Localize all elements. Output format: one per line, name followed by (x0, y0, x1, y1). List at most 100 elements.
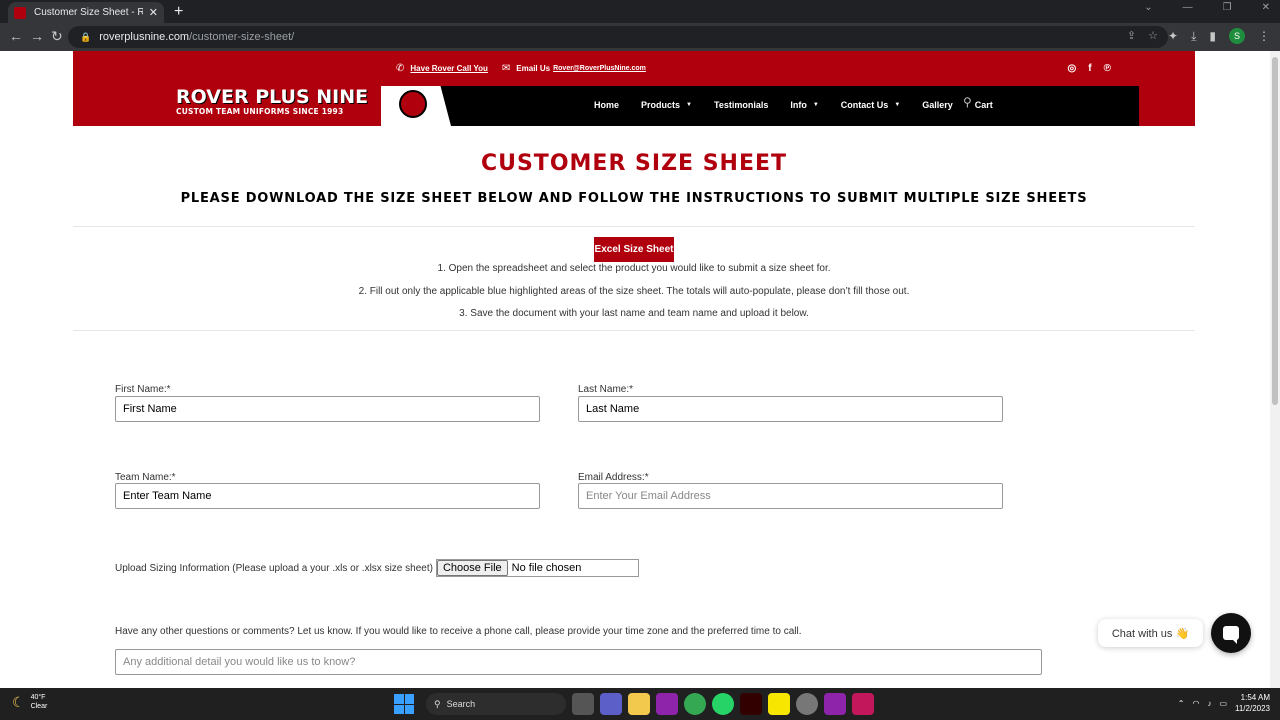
download-icon[interactable]: ⤓ (1191, 29, 1196, 44)
chrome-icon[interactable] (684, 693, 706, 715)
comments-label: Have any other questions or comments? Le… (115, 626, 802, 637)
taskbar-apps: ⚲ Search (394, 693, 874, 715)
weather-widget[interactable]: ☾ 40°F Clear (12, 693, 47, 711)
chevron-down-icon[interactable]: ⌄ (1144, 2, 1152, 13)
windows-start-icon[interactable] (394, 694, 414, 714)
file-status: No file chosen (511, 562, 582, 574)
divider (73, 330, 1195, 331)
task-view-icon[interactable] (572, 693, 594, 715)
divider (73, 226, 1195, 227)
search-icon[interactable]: ⚲ (963, 95, 972, 109)
upload-row: Upload Sizing Information (Please upload… (115, 559, 639, 577)
whatsapp-icon[interactable] (712, 693, 734, 715)
lock-icon[interactable]: 🔒 (80, 32, 91, 43)
sticky-notes-icon[interactable] (768, 693, 790, 715)
url-host: roverplusnine.com (99, 31, 190, 43)
caret-down-icon: ▼ (686, 102, 692, 108)
chat-icon (1223, 626, 1239, 644)
weather-temp: 40°F (30, 694, 46, 701)
app-icon[interactable] (796, 693, 818, 715)
last-name-label: Last Name:* (578, 384, 634, 395)
pinterest-icon[interactable]: ℗ (1104, 63, 1111, 74)
favicon-icon (14, 6, 26, 19)
forward-icon[interactable]: → (30, 28, 44, 44)
header-topbar: ✆ Have Rover Call You ✉ Email Us Rover@R… (396, 63, 646, 74)
new-tab-button[interactable]: + (174, 3, 183, 21)
nav-gallery[interactable]: Gallery (922, 100, 953, 110)
battery-icon[interactable]: ▭ (1219, 699, 1227, 708)
nav-cart[interactable]: Cart (975, 100, 993, 110)
first-name-field[interactable] (115, 396, 540, 422)
nav-home[interactable]: Home (594, 100, 619, 110)
instruction-step-2: 2. Fill out only the applicable blue hig… (358, 286, 910, 297)
page-subtitle: PLEASE DOWNLOAD THE SIZE SHEET BELOW AND… (180, 191, 1088, 206)
last-name-field[interactable] (578, 396, 1003, 422)
clock-date: 11/2/2023 (1235, 704, 1270, 713)
app-icon[interactable] (824, 693, 846, 715)
upload-label: Upload Sizing Information (Please upload… (115, 562, 433, 574)
logo-tagline: CUSTOM TEAM UNIFORMS SINCE 1993 (176, 107, 344, 116)
volume-icon[interactable]: ♪ (1207, 699, 1211, 708)
facebook-icon[interactable]: f (1088, 63, 1091, 74)
illustrator-icon[interactable] (740, 693, 762, 715)
address-bar[interactable]: 🔒 roverplusnine.com/customer-size-sheet/… (68, 26, 1168, 48)
weather-condition: Clear (30, 703, 48, 710)
excel-size-sheet-button[interactable]: Excel Size Sheet (594, 237, 674, 262)
clock[interactable]: 1:54 AM 11/2/2023 (1235, 692, 1270, 714)
os-taskbar: ☾ 40°F Clear ⚲ Search ⌃ ◠ ♪ ▭ 1:54 AM 11… (0, 688, 1280, 720)
browser-tab-bar: Customer Size Sheet - Rover Pl ✕ + ⌄ — ❐… (0, 0, 1280, 23)
nav-testimonials[interactable]: Testimonials (714, 100, 768, 110)
reload-icon[interactable]: ↻ (51, 28, 63, 45)
app-icon[interactable] (656, 693, 678, 715)
file-explorer-icon[interactable] (628, 693, 650, 715)
instagram-icon[interactable]: ◎ (1068, 63, 1077, 74)
email-link[interactable]: Rover@RoverPlusNine.com (553, 65, 646, 72)
call-link[interactable]: Have Rover Call You (410, 64, 488, 73)
extensions-icon[interactable]: ✦ (1168, 29, 1178, 43)
scrollbar-thumb[interactable] (1272, 57, 1278, 405)
team-name-field[interactable] (115, 483, 540, 509)
bookmark-star-icon[interactable]: ☆ (1148, 29, 1158, 42)
chat-launcher-button[interactable] (1211, 613, 1251, 653)
choose-file-button[interactable]: Choose File (436, 560, 508, 576)
nav-contact-us[interactable]: Contact Us ▼ (841, 100, 900, 110)
chevron-up-icon[interactable]: ⌃ (1178, 699, 1185, 708)
browser-toolbar: ← → ↻ 🔒 roverplusnine.com/customer-size-… (0, 23, 1280, 51)
system-tray: ⌃ ◠ ♪ ▭ 1:54 AM 11/2/2023 (1178, 692, 1270, 714)
page-scrollbar[interactable] (1270, 51, 1280, 688)
sidepanel-icon[interactable]: ▮ (1209, 29, 1216, 43)
nav-info[interactable]: Info ▼ (790, 100, 818, 110)
mail-icon: ✉ (501, 63, 511, 74)
browser-tab[interactable]: Customer Size Sheet - Rover Pl ✕ (8, 2, 164, 23)
chat-bubble[interactable]: Chat with us 👋 (1098, 619, 1203, 647)
moon-icon: ☾ (12, 693, 25, 710)
share-icon[interactable]: ⇪ (1127, 29, 1136, 42)
wifi-icon[interactable]: ◠ (1192, 699, 1199, 708)
close-tab-icon[interactable]: ✕ (149, 6, 158, 19)
search-icon: ⚲ (434, 698, 441, 709)
close-window-icon[interactable]: ✕ (1262, 2, 1270, 13)
file-input[interactable]: Choose File No file chosen (435, 559, 639, 577)
menu-kebab-icon[interactable]: ⋮ (1258, 29, 1270, 43)
comments-field[interactable] (115, 649, 1042, 675)
taskbar-search-label: Search (446, 699, 476, 709)
app-icon[interactable] (852, 693, 874, 715)
nav-products[interactable]: Products ▼ (641, 100, 692, 110)
teams-icon[interactable] (600, 693, 622, 715)
taskbar-search[interactable]: ⚲ Search (426, 693, 566, 715)
restore-icon[interactable]: ❐ (1223, 2, 1232, 13)
minimize-icon[interactable]: — (1183, 2, 1193, 13)
email-field[interactable] (578, 483, 1003, 509)
site-logo[interactable]: ROVER PLUS NINE CUSTOM TEAM UNIFORMS SIN… (176, 87, 368, 116)
main-nav: Home Products ▼ Testimonials Info ▼ Contac… (381, 86, 1139, 126)
back-icon[interactable]: ← (9, 28, 23, 44)
mascot-logo (381, 86, 451, 126)
first-name-label: First Name:* (115, 384, 171, 395)
email-label: Email Address:* (578, 472, 649, 483)
page-title: CUSTOMER SIZE SHEET (480, 151, 788, 176)
window-controls: ⌄ — ❐ ✕ (1144, 2, 1270, 13)
email-prefix: Email Us (516, 64, 551, 73)
caret-down-icon: ▼ (894, 102, 901, 108)
profile-avatar[interactable]: S (1229, 28, 1245, 44)
instruction-step-1: 1. Open the spreadsheet and select the p… (437, 263, 831, 274)
